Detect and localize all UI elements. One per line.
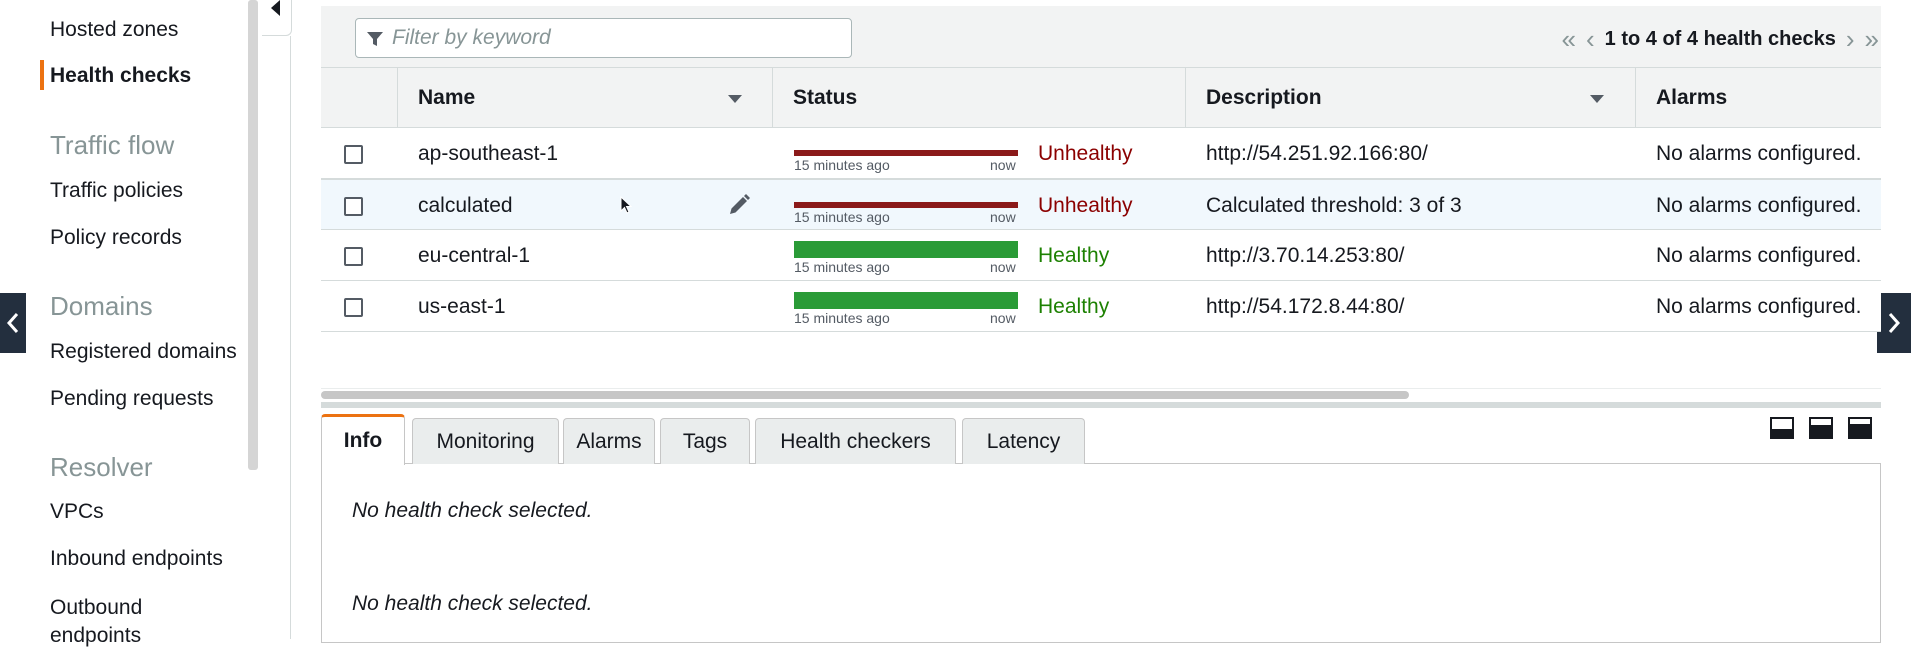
tab-tags[interactable]: Tags (660, 418, 750, 464)
row-name: ap-southeast-1 (418, 141, 559, 165)
layout-bottom-small-icon[interactable] (1770, 417, 1794, 439)
status-text: Unhealthy (1038, 193, 1133, 217)
bar-start-label: 15 minutes ago (794, 209, 890, 225)
filter-keyword-input[interactable] (392, 25, 832, 51)
row-name: us-east-1 (418, 294, 506, 318)
column-name-label: Name (418, 86, 476, 109)
info-message: No health check selected. (352, 499, 593, 522)
bar-end-label: now (990, 310, 1016, 326)
column-description-label: Description (1206, 86, 1322, 109)
prev-page-icon[interactable]: ‹ (1586, 26, 1595, 52)
row-checkbox[interactable] (344, 247, 363, 266)
column-header-status[interactable]: Status (772, 68, 1185, 128)
status-text: Healthy (1038, 294, 1110, 318)
sidebar-item-health-checks[interactable]: Health checks (50, 64, 191, 88)
bar-start-label: 15 minutes ago (794, 259, 890, 275)
sidebar-item-traffic-policies[interactable]: Traffic policies (50, 179, 183, 203)
sidebar-item-inbound-endpoints[interactable]: Inbound endpoints (50, 547, 223, 571)
table-header: Name Status Description Alarms (321, 68, 1881, 128)
last-page-icon[interactable]: » (1865, 26, 1879, 52)
row-alarms: No alarms configured. (1656, 193, 1862, 217)
panel-layout-controls (1770, 417, 1872, 439)
row-alarms: No alarms configured. (1656, 294, 1862, 318)
sidebar-item-hosted-zones[interactable]: Hosted zones (50, 18, 178, 42)
status-history-bar (794, 202, 1018, 208)
sidebar-item-outbound-endpoints[interactable]: Outbound endpoints (50, 594, 180, 650)
layout-bottom-medium-icon[interactable] (1809, 417, 1833, 439)
status-text: Unhealthy (1038, 141, 1133, 165)
sidebar-item-vpcs[interactable]: VPCs (50, 500, 104, 524)
tab-alarms[interactable]: Alarms (563, 418, 655, 464)
tab-latency[interactable]: Latency (962, 418, 1085, 464)
bar-start-label: 15 minutes ago (794, 310, 890, 326)
mouse-cursor-icon (620, 196, 632, 214)
sidebar-active-indicator (40, 60, 44, 90)
collapse-arrow-icon (271, 0, 280, 16)
horizontal-scrollbar-thumb[interactable] (321, 391, 1409, 399)
table-row[interactable]: us-east-1 15 minutes ago now Healthy htt… (321, 281, 1881, 332)
info-message: No health check selected. (352, 592, 593, 615)
row-alarms: No alarms configured. (1656, 141, 1862, 165)
detail-panel: No health check selected. No health chec… (321, 463, 1881, 643)
bar-start-label: 15 minutes ago (794, 157, 890, 173)
first-page-icon[interactable]: « (1562, 26, 1576, 52)
row-name: eu-central-1 (418, 243, 531, 267)
column-header-name[interactable]: Name (397, 68, 773, 128)
chevron-right-icon (1888, 313, 1901, 333)
row-checkbox[interactable] (344, 145, 363, 164)
sidebar-nav: Hosted zones Health checks Traffic flow … (0, 0, 248, 647)
column-header-alarms[interactable]: Alarms (1635, 68, 1881, 128)
sidebar-section-resolver: Resolver (50, 452, 153, 482)
sidebar-item-registered-domains[interactable]: Registered domains (50, 340, 237, 364)
next-page-icon[interactable]: › (1846, 26, 1855, 52)
previous-page-arrow[interactable] (0, 293, 26, 353)
status-history-bar (794, 241, 1018, 258)
row-description: http://54.172.8.44:80/ (1206, 294, 1405, 318)
sort-caret-icon[interactable] (1590, 95, 1604, 103)
table-row[interactable]: ap-southeast-1 15 minutes ago now Unheal… (321, 128, 1881, 179)
tab-health-checkers[interactable]: Health checkers (755, 418, 956, 464)
row-checkbox[interactable] (344, 298, 363, 317)
pagination-label: 1 to 4 of 4 health checks (1604, 27, 1836, 50)
layout-bottom-large-icon[interactable] (1848, 417, 1872, 439)
row-alarms: No alarms configured. (1656, 243, 1862, 267)
pagination: « ‹ 1 to 4 of 4 health checks › » (1562, 24, 1881, 54)
row-checkbox[interactable] (344, 197, 363, 216)
row-description: http://54.251.92.166:80/ (1206, 141, 1428, 165)
status-history-bar (794, 292, 1018, 309)
row-description: http://3.70.14.253:80/ (1206, 243, 1405, 267)
sidebar-divider (290, 36, 291, 639)
table-row[interactable]: calculated 15 minutes ago now Unhealthy … (321, 179, 1881, 230)
tab-monitoring[interactable]: Monitoring (412, 418, 559, 464)
row-name: calculated (418, 193, 513, 217)
sidebar-item-policy-records[interactable]: Policy records (50, 226, 182, 250)
next-page-arrow[interactable] (1877, 293, 1911, 353)
bar-end-label: now (990, 209, 1016, 225)
table-toolbar: « ‹ 1 to 4 of 4 health checks › » (321, 6, 1881, 68)
column-header-description[interactable]: Description (1185, 68, 1635, 128)
filter-icon (367, 32, 383, 46)
panel-resize-handle[interactable] (321, 402, 1881, 408)
column-status-label: Status (793, 86, 858, 109)
filter-box[interactable] (355, 18, 852, 58)
sidebar-scrollbar[interactable] (248, 0, 258, 470)
tab-info[interactable]: Info (321, 414, 405, 465)
sort-caret-icon[interactable] (728, 95, 742, 103)
sidebar-section-traffic-flow: Traffic flow (50, 130, 175, 160)
status-text: Healthy (1038, 243, 1110, 267)
bar-end-label: now (990, 157, 1016, 173)
status-history-bar (794, 150, 1018, 156)
edit-pencil-icon[interactable] (727, 193, 751, 217)
sidebar-item-pending-requests[interactable]: Pending requests (50, 387, 213, 411)
row-description: Calculated threshold: 3 of 3 (1206, 193, 1462, 217)
table-row[interactable]: eu-central-1 15 minutes ago now Healthy … (321, 230, 1881, 281)
sidebar-section-domains: Domains (50, 291, 153, 321)
bar-end-label: now (990, 259, 1016, 275)
column-alarms-label: Alarms (1656, 86, 1728, 109)
chevron-left-icon (6, 313, 19, 333)
